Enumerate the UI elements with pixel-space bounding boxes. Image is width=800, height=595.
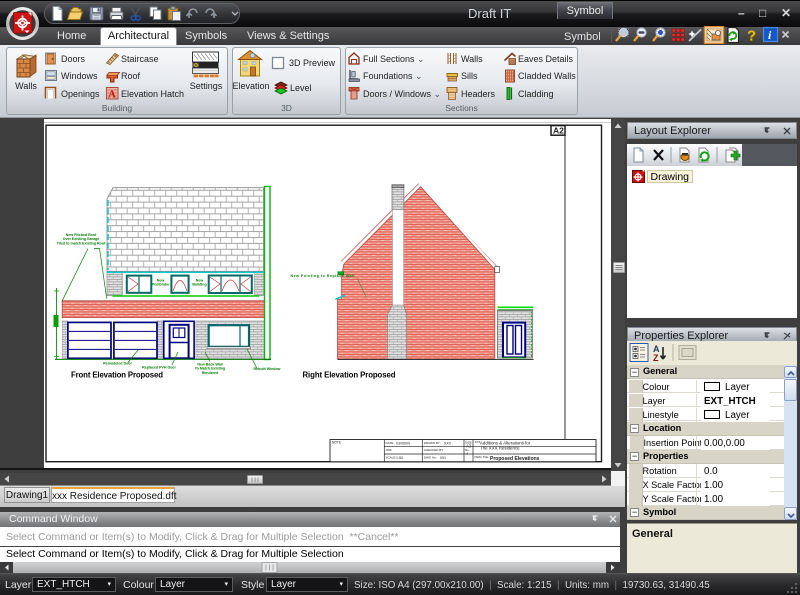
svg-text:4: 4 [466,452,468,456]
svg-text:?: ? [747,28,756,45]
svg-text:1:50: 1:50 [396,456,403,460]
svg-text:A2: A2 [553,125,564,135]
svg-text:Z: Z [653,353,659,363]
svg-text:001: 001 [440,456,446,460]
svg-text:New Pointing to Replace Wall: New Pointing to Replace Wall [291,274,355,278]
svg-text:DWG Title:: DWG Title: [475,455,490,459]
svg-text:03/05/09: 03/05/09 [396,441,410,445]
svg-text:DRAWN BY:: DRAWN BY: [424,441,441,445]
svg-text:Building: Building [192,283,206,287]
svg-text:A: A [108,89,116,101]
svg-text:The XXX Residence: The XXX Residence [480,445,520,450]
svg-text:CHECKED BY:: CHECKED BY: [424,448,444,452]
svg-text:Replaced PVH Door: Replaced PVH Door [142,366,176,370]
svg-text:Front Elevation Proposed: Front Elevation Proposed [71,371,163,380]
svg-text:Rendered: Rendered [202,371,219,375]
svg-text:XXX: XXX [444,441,452,445]
svg-text:DWG No:: DWG No: [424,456,437,460]
svg-text:Right Elevation Proposed: Right Elevation Proposed [303,371,396,380]
svg-text:Tiled to match Existing Roof: Tiled to match Existing Roof [57,241,106,245]
svg-text:NOTE: NOTE [332,441,341,445]
svg-text:Pembroke: Pembroke [152,283,169,287]
svg-text:DATE:: DATE: [386,441,395,445]
svg-text:SCALE:: SCALE: [386,456,397,460]
svg-text:Proposed Elevations: Proposed Elevations [490,456,540,462]
svg-text:Rebuilt Window: Rebuilt Window [254,367,281,371]
svg-text:JOB:: JOB: [386,448,393,452]
